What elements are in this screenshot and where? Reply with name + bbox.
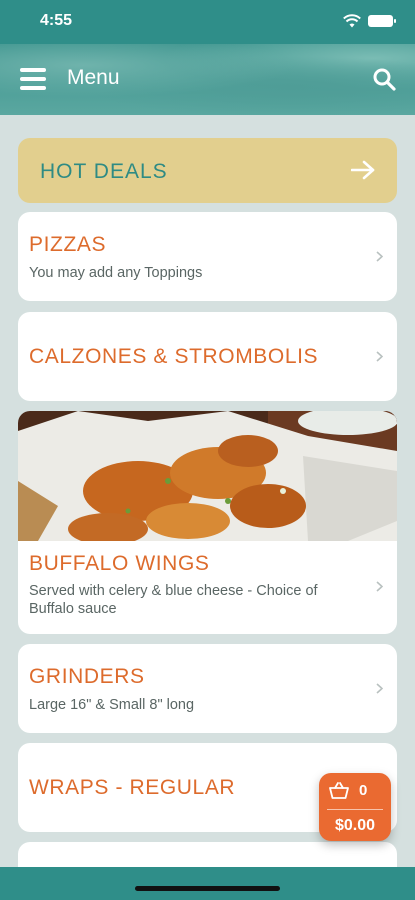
category-card-grinders[interactable]: GRINDERS Large 16" & Small 8" long (18, 644, 397, 733)
cart-count: 0 (359, 782, 368, 799)
category-card-pizzas[interactable]: PIZZAS You may add any Toppings (18, 212, 397, 301)
wifi-icon (343, 14, 361, 28)
chevron-right-icon (376, 351, 383, 362)
category-subtitle: Large 16" & Small 8" long (29, 697, 195, 713)
basket-icon (329, 782, 349, 799)
hamburger-menu-icon[interactable] (20, 68, 46, 90)
page-title: Menu (67, 66, 120, 89)
category-title: PIZZAS (29, 233, 107, 256)
chevron-right-icon (376, 251, 383, 262)
status-time: 4:55 (40, 12, 73, 29)
arrow-right-icon (351, 160, 375, 180)
home-indicator[interactable] (135, 886, 280, 891)
category-title: GRINDERS (29, 665, 145, 688)
hot-deals-label: HOT DEALS (40, 160, 168, 183)
status-bar: 4:55 (0, 0, 415, 44)
category-subtitle: You may add any Toppings (29, 265, 203, 281)
category-subtitle-line-1: Served with celery & blue cheese - Choic… (29, 583, 318, 599)
category-card-calzones-strombolis[interactable]: CALZONES & STROMBOLIS (18, 312, 397, 401)
cart-button[interactable]: 0 $0.00 (319, 773, 391, 841)
app-header: Menu (0, 44, 415, 115)
chevron-right-icon (376, 581, 383, 592)
search-icon[interactable] (372, 67, 396, 91)
cart-divider (327, 809, 383, 810)
cart-total: $0.00 (334, 817, 376, 834)
hot-deals-banner[interactable]: HOT DEALS (18, 138, 397, 203)
category-subtitle-line-2: Buffalo sauce (29, 601, 117, 617)
category-title: WRAPS - REGULAR (29, 776, 236, 799)
category-card-buffalo-wings[interactable]: BUFFALO WINGS Served with celery & blue … (18, 411, 397, 634)
battery-icon (368, 15, 396, 27)
bottom-bar (0, 867, 415, 900)
category-title: BUFFALO WINGS (29, 552, 210, 575)
category-title: CALZONES & STROMBOLIS (29, 345, 319, 368)
buffalo-wings-photo (18, 411, 397, 541)
chevron-right-icon (376, 683, 383, 694)
